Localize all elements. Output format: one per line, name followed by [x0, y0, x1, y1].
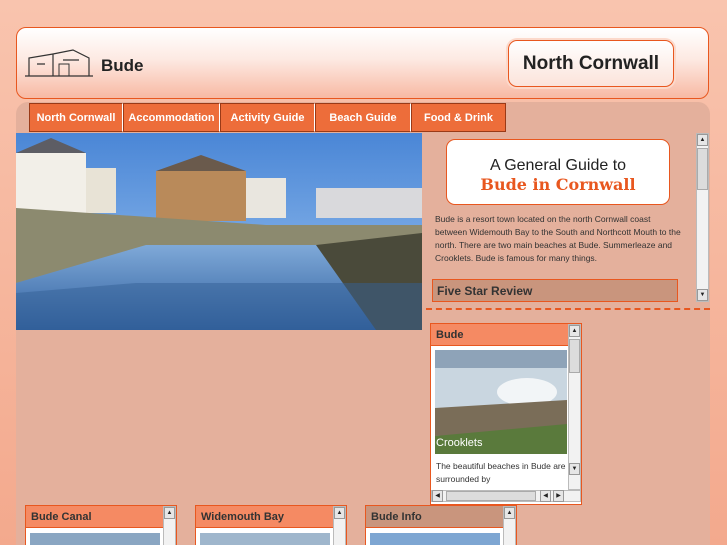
- photo-caption: Crooklets: [436, 437, 483, 449]
- bude-widget-title: Bude: [431, 324, 581, 346]
- bude-info-scrollbar[interactable]: ▲: [503, 506, 516, 545]
- main-panel: North Cornwall Accommodation Activity Gu…: [16, 102, 710, 545]
- scroll-thumb[interactable]: [697, 148, 708, 190]
- bude-canal-photo: [30, 533, 160, 545]
- site-name[interactable]: Bude: [101, 56, 144, 76]
- bude-widget-scrollbar[interactable]: ▲ ▼: [568, 324, 581, 490]
- widemouth-bay-title: Widemouth Bay: [196, 506, 346, 528]
- bude-canal-scrollbar[interactable]: ▲: [163, 506, 176, 545]
- scroll-up-icon[interactable]: ▲: [569, 325, 580, 337]
- north-cornwall-button[interactable]: North Cornwall: [508, 40, 674, 87]
- site-header: Bude North Cornwall: [16, 27, 709, 99]
- main-nav: North Cornwall Accommodation Activity Gu…: [29, 103, 506, 132]
- bude-info-photo: [370, 533, 500, 545]
- scroll-down-icon[interactable]: ▼: [697, 289, 708, 301]
- scroll-left-icon[interactable]: ◀: [432, 490, 443, 502]
- nav-food-drink[interactable]: Food & Drink: [411, 103, 506, 132]
- guide-subtitle: Bude in Cornwall: [480, 175, 636, 194]
- scroll-down-icon[interactable]: ▼: [569, 463, 580, 475]
- scroll-up-icon[interactable]: ▲: [334, 507, 345, 519]
- bude-widget-text: The beautiful beaches in Bude are surrou…: [436, 461, 566, 484]
- widemouth-bay-scrollbar[interactable]: ▲: [333, 506, 346, 545]
- info-panel: A General Guide to Bude in Cornwall Bude…: [430, 133, 694, 305]
- scroll-thumb[interactable]: [446, 491, 536, 501]
- scroll-up-icon[interactable]: ▲: [697, 134, 708, 146]
- scroll-thumb[interactable]: [569, 339, 580, 373]
- bude-canal-title: Bude Canal: [26, 506, 176, 528]
- bude-widget-hscrollbar[interactable]: ◀ ◀ ▶: [431, 490, 581, 502]
- intro-text: Bude is a resort town located on the nor…: [435, 214, 681, 263]
- bude-river-photo: [16, 133, 422, 330]
- bude-info-widget: Bude Info ▲: [365, 505, 517, 545]
- guide-title: A General Guide to: [489, 157, 627, 174]
- widemouth-bay-widget: Widemouth Bay ▲: [195, 505, 347, 545]
- bude-canal-widget: Bude Canal ▲: [25, 505, 177, 545]
- scroll-left-icon[interactable]: ◀: [540, 490, 551, 502]
- nav-beach-guide[interactable]: Beach Guide: [315, 103, 411, 132]
- bude-widget: Bude Crooklets The beautiful beaches in …: [430, 323, 582, 505]
- nav-accommodation[interactable]: Accommodation: [123, 103, 220, 132]
- scroll-up-icon[interactable]: ▲: [504, 507, 515, 519]
- widemouth-bay-photo: [200, 533, 330, 545]
- house-sketch-logo: [25, 49, 93, 77]
- bude-info-title: Bude Info: [366, 506, 516, 528]
- dashed-divider: [426, 308, 710, 310]
- five-star-review-bar[interactable]: Five Star Review: [432, 279, 678, 302]
- info-scrollbar[interactable]: ▲ ▼: [696, 133, 709, 302]
- nav-activity-guide[interactable]: Activity Guide: [220, 103, 315, 132]
- guide-banner: A General Guide to Bude in Cornwall: [446, 139, 670, 205]
- nav-north-cornwall[interactable]: North Cornwall: [29, 103, 123, 132]
- scroll-right-icon[interactable]: ▶: [553, 490, 564, 502]
- scroll-up-icon[interactable]: ▲: [164, 507, 175, 519]
